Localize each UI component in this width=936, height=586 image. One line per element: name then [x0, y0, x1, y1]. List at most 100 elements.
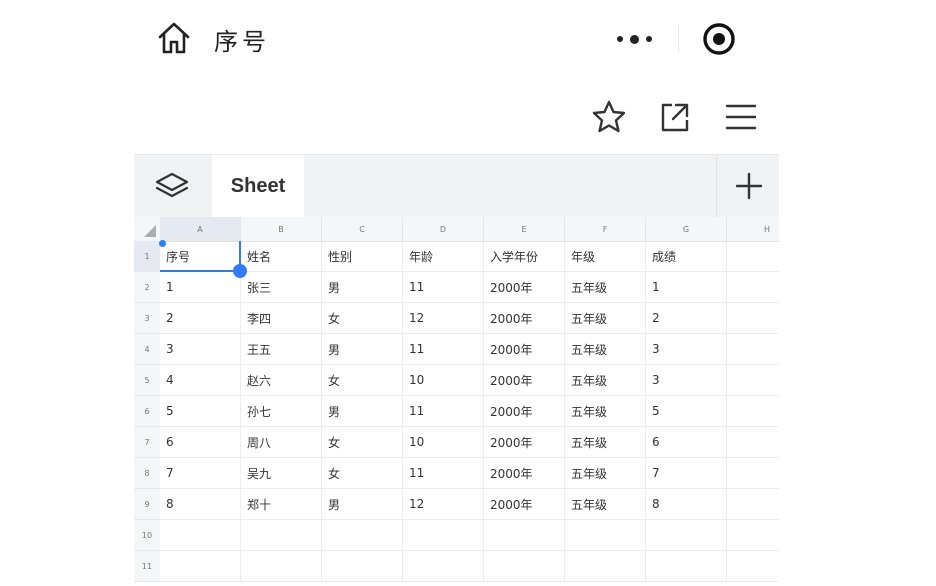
cell-b2[interactable]: 张三 — [241, 272, 322, 303]
more-dots-icon[interactable] — [592, 18, 676, 60]
cell-e7[interactable]: 2000年 — [484, 427, 565, 458]
cell-a6[interactable]: 5 — [160, 396, 241, 427]
selection-handle-start[interactable] — [159, 240, 166, 247]
cell-f4[interactable]: 五年级 — [565, 334, 646, 365]
cell-g2[interactable]: 1 — [646, 272, 727, 303]
cell-b11[interactable] — [241, 551, 322, 582]
row-header-7[interactable]: 7 — [134, 427, 160, 458]
share-icon[interactable] — [656, 98, 694, 136]
column-header-c[interactable]: C — [322, 217, 403, 241]
cell-f10[interactable] — [565, 520, 646, 551]
cell-b9[interactable]: 郑十 — [241, 489, 322, 520]
cell-b7[interactable]: 周八 — [241, 427, 322, 458]
cell-c3[interactable]: 女 — [322, 303, 403, 334]
cell-e1[interactable]: 入学年份 — [484, 241, 565, 272]
cell-f1[interactable]: 年级 — [565, 241, 646, 272]
cell-g4[interactable]: 3 — [646, 334, 727, 365]
cell-h3[interactable] — [727, 303, 779, 334]
cell-b3[interactable]: 李四 — [241, 303, 322, 334]
cell-b4[interactable]: 王五 — [241, 334, 322, 365]
cell-f7[interactable]: 五年级 — [565, 427, 646, 458]
selection-handle-end[interactable] — [233, 264, 247, 278]
cell-c9[interactable]: 男 — [322, 489, 403, 520]
cell-f2[interactable]: 五年级 — [565, 272, 646, 303]
cell-c5[interactable]: 女 — [322, 365, 403, 396]
home-icon[interactable] — [156, 20, 192, 56]
cell-h5[interactable] — [727, 365, 779, 396]
column-header-e[interactable]: E — [484, 217, 565, 241]
cell-g11[interactable] — [646, 551, 727, 582]
cell-a9[interactable]: 8 — [160, 489, 241, 520]
cell-d6[interactable]: 11 — [403, 396, 484, 427]
cell-g8[interactable]: 7 — [646, 458, 727, 489]
cell-f8[interactable]: 五年级 — [565, 458, 646, 489]
column-header-h[interactable]: H — [727, 217, 779, 241]
cell-e10[interactable] — [484, 520, 565, 551]
cell-a5[interactable]: 4 — [160, 365, 241, 396]
cell-a8[interactable]: 7 — [160, 458, 241, 489]
cell-f5[interactable]: 五年级 — [565, 365, 646, 396]
star-icon[interactable] — [590, 98, 628, 136]
cell-c10[interactable] — [322, 520, 403, 551]
cell-c8[interactable]: 女 — [322, 458, 403, 489]
cell-e4[interactable]: 2000年 — [484, 334, 565, 365]
row-header-3[interactable]: 3 — [134, 303, 160, 334]
cell-a7[interactable]: 6 — [160, 427, 241, 458]
row-header-11[interactable]: 11 — [134, 551, 160, 582]
cell-b8[interactable]: 吴九 — [241, 458, 322, 489]
cell-c4[interactable]: 男 — [322, 334, 403, 365]
cell-a10[interactable] — [160, 520, 241, 551]
cell-e6[interactable]: 2000年 — [484, 396, 565, 427]
cell-e8[interactable]: 2000年 — [484, 458, 565, 489]
row-header-1[interactable]: 1 — [134, 241, 160, 272]
row-header-9[interactable]: 9 — [134, 489, 160, 520]
cell-c7[interactable]: 女 — [322, 427, 403, 458]
cell-g6[interactable]: 5 — [646, 396, 727, 427]
cell-a1[interactable]: 序号 — [160, 241, 241, 272]
tab-sheet[interactable]: Sheet — [212, 155, 304, 217]
cell-e5[interactable]: 2000年 — [484, 365, 565, 396]
cell-a4[interactable]: 3 — [160, 334, 241, 365]
cell-b5[interactable]: 赵六 — [241, 365, 322, 396]
target-close-icon[interactable] — [702, 22, 736, 56]
cell-d10[interactable] — [403, 520, 484, 551]
cell-c6[interactable]: 男 — [322, 396, 403, 427]
cell-h2[interactable] — [727, 272, 779, 303]
cell-e9[interactable]: 2000年 — [484, 489, 565, 520]
cell-h11[interactable] — [727, 551, 779, 582]
cell-c1[interactable]: 性别 — [322, 241, 403, 272]
cell-c2[interactable]: 男 — [322, 272, 403, 303]
cell-e11[interactable] — [484, 551, 565, 582]
cell-f6[interactable]: 五年级 — [565, 396, 646, 427]
cell-g5[interactable]: 3 — [646, 365, 727, 396]
cell-e2[interactable]: 2000年 — [484, 272, 565, 303]
layers-icon[interactable] — [134, 155, 210, 217]
cell-g3[interactable]: 2 — [646, 303, 727, 334]
cell-g1[interactable]: 成绩 — [646, 241, 727, 272]
row-header-8[interactable]: 8 — [134, 458, 160, 489]
row-header-4[interactable]: 4 — [134, 334, 160, 365]
menu-icon[interactable] — [722, 98, 760, 136]
cell-g9[interactable]: 8 — [646, 489, 727, 520]
cell-g7[interactable]: 6 — [646, 427, 727, 458]
cell-d2[interactable]: 11 — [403, 272, 484, 303]
cell-h10[interactable] — [727, 520, 779, 551]
cell-d7[interactable]: 10 — [403, 427, 484, 458]
cell-a11[interactable] — [160, 551, 241, 582]
cell-d11[interactable] — [403, 551, 484, 582]
row-header-5[interactable]: 5 — [134, 365, 160, 396]
column-header-g[interactable]: G — [646, 217, 727, 241]
cell-f11[interactable] — [565, 551, 646, 582]
row-header-10[interactable]: 10 — [134, 520, 160, 551]
cell-h7[interactable] — [727, 427, 779, 458]
cell-d5[interactable]: 10 — [403, 365, 484, 396]
cell-a2[interactable]: 1 — [160, 272, 241, 303]
cell-h9[interactable] — [727, 489, 779, 520]
cell-b6[interactable]: 孙七 — [241, 396, 322, 427]
column-header-b[interactable]: B — [241, 217, 322, 241]
cell-d1[interactable]: 年龄 — [403, 241, 484, 272]
cell-f9[interactable]: 五年级 — [565, 489, 646, 520]
column-header-d[interactable]: D — [403, 217, 484, 241]
cell-h6[interactable] — [727, 396, 779, 427]
cell-d4[interactable]: 11 — [403, 334, 484, 365]
